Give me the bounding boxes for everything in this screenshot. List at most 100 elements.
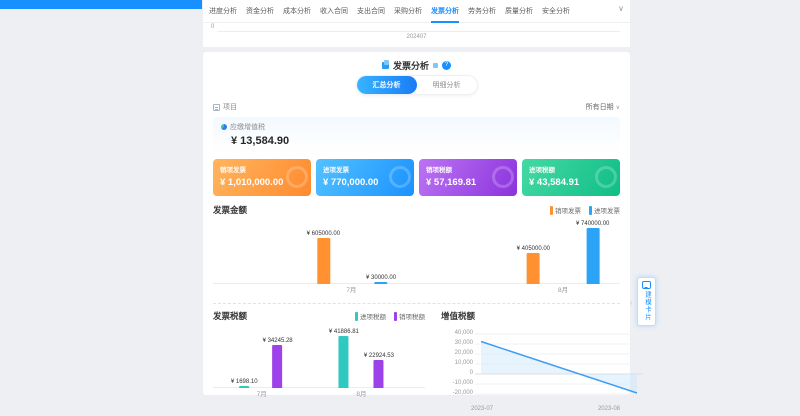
y-tick-label: 20,000: [455, 350, 473, 356]
coin-emblem-icon: [595, 166, 617, 188]
project-filter[interactable]: 项目: [213, 102, 237, 112]
y-tick-label: 10,000: [455, 360, 473, 366]
y-tick-label: -10,000: [453, 380, 473, 386]
bar-output-tax-august: [374, 360, 384, 388]
modeling-card-label: 建模卡片: [642, 291, 652, 321]
widget-collapse-arrow[interactable]: ‹: [630, 300, 632, 307]
invoice-tax-section: 发票税额 进项税额 销项税额: [213, 310, 425, 416]
legend-swatch-icon: [394, 312, 397, 321]
filter-bar: 项目 所有日期 ∨: [203, 95, 630, 112]
vat-payable-label: 应缴增值税: [230, 122, 265, 132]
top-nav-card: 进度分析 资金分析 成本分析 收入合同 支出合同 采购分析 发票分析 劳务分析 …: [203, 0, 630, 47]
legend-item[interactable]: 进项税额: [355, 311, 386, 321]
title-decor-right-icon: [433, 63, 438, 68]
bar-output-invoice-july: [317, 238, 330, 284]
tab-progress-analysis[interactable]: 进度分析: [209, 0, 237, 23]
bar-value-label: ¥ 740000.00: [576, 221, 609, 227]
sidebar-top-bar: [0, 0, 202, 9]
x-tick-label: 2023-08: [598, 406, 620, 412]
tab-labor-analysis[interactable]: 劳务分析: [468, 0, 496, 23]
y-tick-label: 30,000: [455, 340, 473, 346]
legend-swatch-icon: [550, 206, 553, 215]
x-category-label: 8月: [558, 284, 568, 296]
bar-value-label: ¥ 34245.28: [263, 338, 293, 344]
legend-label: 进项发票: [594, 205, 620, 215]
tab-expenditure-contract[interactable]: 支出合同: [357, 0, 385, 23]
legend-item[interactable]: 销项发票: [550, 205, 581, 215]
vat-summary-panel: 应缴增值税 ¥ 13,584.90: [213, 117, 620, 153]
tab-safety-analysis[interactable]: 安全分析: [542, 0, 570, 23]
date-filter-value: 所有日期: [586, 102, 614, 112]
coin-emblem-icon: [389, 166, 411, 188]
invoice-analysis-card: 发票分析 ? 汇总分析 明细分析 项目 所有日期 ∨ 应缴增值税: [203, 52, 630, 395]
bottom-charts-row: 发票税额 进项税额 销项税额: [203, 304, 630, 416]
invoice-amount-legend: 销项发票 进项发票: [550, 205, 620, 215]
legend-item[interactable]: 销项税额: [394, 311, 425, 321]
analysis-tab-bar: 进度分析 资金分析 成本分析 收入合同 支出合同 采购分析 发票分析 劳务分析 …: [203, 0, 630, 23]
invoice-amount-plot: ¥ 605000.00 ¥ 30000.00 7月 ¥ 405000.00: [213, 220, 620, 296]
coin-emblem-icon: [286, 166, 308, 188]
tab-income-contract[interactable]: 收入合同: [320, 0, 348, 23]
invoice-tax-plot: ¥ 1698.10 ¥ 34245.28 7月: [213, 326, 425, 400]
y-tick-label: 40,000: [455, 330, 473, 336]
kpi-card-row: 销项发票 ¥ 1,010,000.00 进项发票 ¥ 770,000.00 销项…: [203, 153, 630, 196]
partial-chart-y-tick: 0: [211, 24, 214, 30]
invoice-tax-legend: 进项税额 销项税额: [355, 311, 425, 321]
vat-indicator-icon: [221, 124, 227, 130]
tab-invoice-analysis[interactable]: 发票分析: [431, 0, 459, 23]
title-decor-left-icon: [382, 62, 389, 69]
x-tick-label: 2023-07: [471, 406, 493, 412]
bar-value-label: ¥ 41886.81: [329, 329, 359, 335]
bar-input-tax-july: [239, 386, 249, 388]
chevron-down-icon[interactable]: ∨: [618, 4, 624, 13]
partial-chart-x-tick: 202407: [203, 34, 630, 40]
tab-cost-analysis[interactable]: 成本分析: [283, 0, 311, 23]
legend-label: 进项税额: [360, 311, 386, 321]
legend-item[interactable]: 进项发票: [589, 205, 620, 215]
project-icon: [213, 104, 220, 111]
bar-value-label: ¥ 22924.53: [364, 353, 394, 359]
legend-label: 销项发票: [555, 205, 581, 215]
card-header: 发票分析 ?: [203, 52, 630, 72]
kpi-input-tax: 进项税额 ¥ 43,584.91: [522, 159, 620, 196]
tab-quality-analysis[interactable]: 质量分析: [505, 0, 533, 23]
page-title: 发票分析: [393, 59, 429, 72]
page: 进度分析 资金分析 成本分析 收入合同 支出合同 采购分析 发票分析 劳务分析 …: [0, 0, 800, 409]
bar-value-label: ¥ 1698.10: [231, 379, 258, 385]
date-filter[interactable]: 所有日期 ∨: [586, 102, 620, 112]
bar-group-august: ¥ 405000.00 ¥ 740000.00 8月: [517, 221, 610, 296]
bar-output-tax-july: [273, 345, 283, 388]
toggle-summary-analysis[interactable]: 汇总分析: [357, 76, 417, 94]
bar-output-invoice-august: [527, 253, 540, 284]
tab-funds-analysis[interactable]: 资金分析: [246, 0, 274, 23]
kpi-output-invoice: 销项发票 ¥ 1,010,000.00: [213, 159, 311, 196]
tab-procurement-analysis[interactable]: 采购分析: [394, 0, 422, 23]
x-category-label: 7月: [257, 388, 267, 400]
bar-input-invoice-july: [375, 282, 388, 284]
bar-value-label: ¥ 405000.00: [517, 246, 550, 252]
analysis-mode-toggle: 汇总分析 明细分析: [356, 75, 478, 95]
vat-payable-value: ¥ 13,584.90: [231, 135, 612, 147]
bar-value-label: ¥ 30000.00: [366, 275, 396, 281]
legend-label: 销项税额: [399, 311, 425, 321]
analysis-mode-toggle-row: 汇总分析 明细分析: [203, 75, 630, 95]
modeling-card-widget[interactable]: 建模卡片: [637, 277, 656, 326]
help-icon[interactable]: ?: [442, 61, 451, 70]
toggle-detail-analysis[interactable]: 明细分析: [417, 76, 477, 94]
bar-group-july: ¥ 1698.10 ¥ 34245.28 7月: [231, 338, 293, 400]
legend-swatch-icon: [355, 312, 358, 321]
bar-input-tax-august: [339, 336, 349, 388]
bar-input-invoice-august: [586, 228, 599, 284]
y-tick-label: -20,000: [453, 390, 473, 396]
invoice-tax-title: 发票税额: [213, 310, 247, 322]
invoice-amount-title: 发票金额: [213, 204, 247, 216]
partial-chart-gridline: [217, 31, 620, 32]
vat-amount-title: 增值税额: [441, 310, 475, 322]
coin-emblem-icon: [492, 166, 514, 188]
legend-swatch-icon: [589, 206, 592, 215]
bar-group-july: ¥ 605000.00 ¥ 30000.00 7月: [307, 231, 396, 296]
partial-chart-remnant: 0 202407: [203, 23, 630, 46]
project-filter-label: 项目: [223, 102, 237, 112]
invoice-amount-section: 发票金额 销项发票 进项发票 ¥ 6: [203, 196, 630, 296]
vat-line-chart: 40,00030,00020,00010,0000-10,000-20,000 …: [441, 324, 620, 416]
